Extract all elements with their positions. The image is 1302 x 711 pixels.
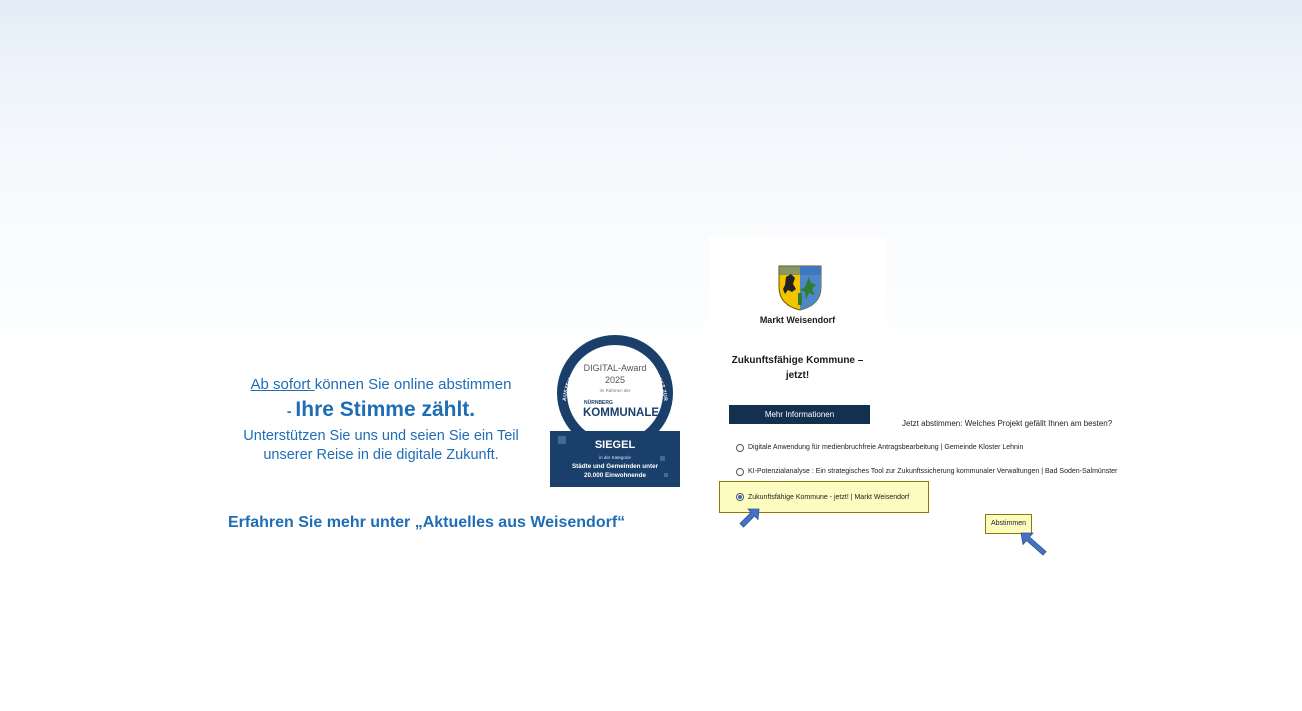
- badge-decor-square: [664, 473, 668, 477]
- badge-seal: SIEGEL: [595, 439, 636, 451]
- more-info-text: Erfahren Sie mehr unter „Aktuelles aus W…: [228, 514, 626, 531]
- ab-sofort-link[interactable]: Ab sofort: [251, 376, 315, 393]
- crest-icon: [778, 265, 822, 311]
- badge-year: 2025: [605, 375, 625, 385]
- pointer-arrow-icon: [739, 508, 760, 528]
- option-3-label[interactable]: Zukunftsfähige Kommune - jetzt! | Markt …: [748, 494, 909, 501]
- headline-stimme: Ihre Stimme zählt.: [295, 398, 476, 421]
- card-title: Zukunftsfähige Kommune – jetzt!: [725, 353, 870, 383]
- badge-brand: KOMMUNALE: [583, 407, 659, 419]
- option-2-radio[interactable]: [736, 468, 744, 476]
- intro-line-2: - Ihre Stimme zählt.: [228, 398, 534, 422]
- vote-button[interactable]: Abstimmen: [985, 514, 1032, 534]
- option-3-radio[interactable]: [736, 493, 744, 501]
- option-2-label[interactable]: KI-Potenzialanalyse : Ein strategisches …: [748, 468, 1117, 475]
- card-title-line2: jetzt!: [785, 370, 810, 381]
- intro-line-1: Ab sofort können Sie online abstimmen: [228, 376, 534, 393]
- poll-question: Jetzt abstimmen: Welches Projekt gefällt…: [902, 419, 1113, 428]
- pointer-arrow-icon: [1020, 532, 1047, 556]
- intro-line-3b: unserer Reise in die digitale Zukunft.: [263, 447, 499, 463]
- intro-line-3: Unterstützen Sie uns und seien Sie ein T…: [228, 427, 534, 465]
- more-info-button[interactable]: Mehr Informationen: [729, 405, 870, 424]
- intro-line-1-text: können Sie online abstimmen: [314, 376, 512, 393]
- badge-city: NÜRNBERG: [584, 399, 613, 406]
- badge-framework: im Rahmen der: [600, 388, 631, 393]
- badge-award: DIGITAL-Award: [584, 363, 647, 373]
- badge-category-line2: 20.000 Einwohnende: [584, 472, 646, 479]
- badge-decor-square: [558, 436, 566, 444]
- org-name: Markt Weisendorf: [759, 315, 836, 325]
- option-1-label[interactable]: Digitale Anwendung für medienbruchfreie …: [748, 444, 1023, 451]
- badge-category-line1: Städte und Gemeinden unter: [572, 463, 659, 470]
- intro-line-3a: Unterstützen Sie uns und seien Sie ein T…: [243, 428, 519, 444]
- digital-award-badge: AUSZEICHNUNG FÜR EIN EXZELLENTES PROJEKT…: [550, 325, 680, 487]
- badge-category-label: in der Kategorie: [599, 455, 631, 460]
- badge-inner-circle: [567, 345, 663, 441]
- badge-decor-square: [660, 456, 665, 461]
- option-1-radio[interactable]: [736, 444, 744, 452]
- card-title-line1: Zukunftsfähige Kommune –: [731, 355, 864, 366]
